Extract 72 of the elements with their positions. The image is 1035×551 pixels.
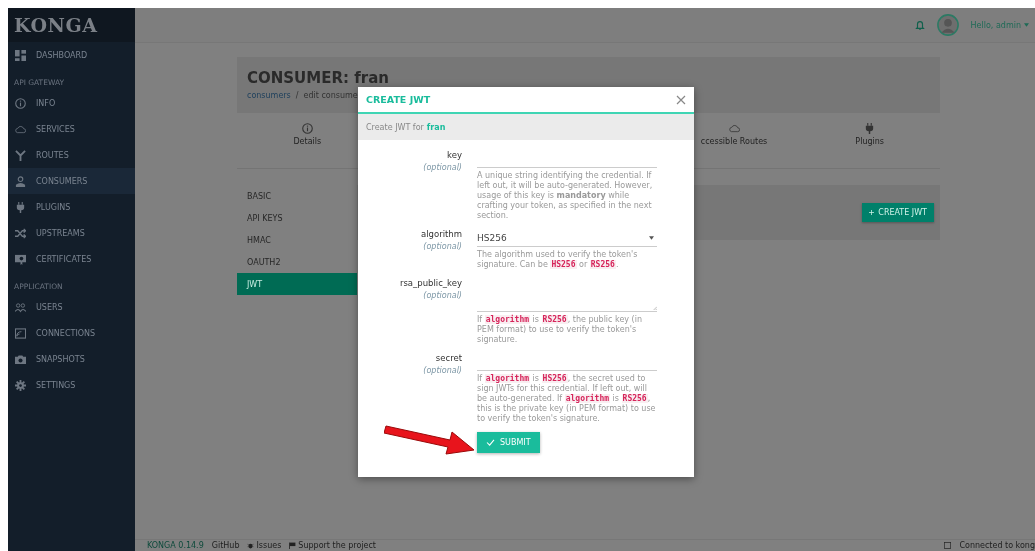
sidebar-item[interactable]: CONNECTIONS	[8, 320, 135, 346]
users-icon	[15, 301, 26, 313]
settings-icon	[15, 379, 26, 391]
dashboard-icon	[15, 49, 26, 61]
breadcrumb-separator: /	[295, 91, 299, 100]
breadcrumb-link[interactable]: consumers	[247, 91, 291, 100]
fork-icon	[15, 149, 26, 161]
field-label: rsa_public_key	[399, 278, 462, 288]
help-text: A unique string identifying the credential. If left out, it will be auto-generated. However, usage of this key is mandatory while crafting your token, as specified in the next section.	[477, 171, 654, 221]
credential-tab[interactable]: HMAC	[237, 229, 357, 251]
monitor-icon	[944, 542, 952, 549]
dialog-subtitle: Create JWT for fran	[358, 114, 694, 140]
user-icon	[15, 175, 26, 187]
sidebar-item[interactable]: CERTIFICATES	[8, 246, 135, 272]
credential-tab[interactable]: JWT	[237, 273, 357, 295]
sidebar-item[interactable]: PLUGINS	[8, 194, 135, 220]
shuffle-icon	[15, 227, 26, 239]
konga-logo[interactable]: KONGA	[8, 8, 135, 42]
optional-note: (optional)	[423, 163, 462, 172]
sidebar-item[interactable]: ROUTES	[8, 142, 135, 168]
create-jwt-button[interactable]: CREATE JWT	[862, 203, 934, 222]
field-label: algorithm	[420, 229, 462, 239]
plug-icon	[864, 123, 876, 134]
info-icon	[15, 97, 26, 109]
camera-icon	[15, 353, 26, 365]
certificate-icon	[15, 253, 26, 265]
sidebar-item[interactable]: USERS	[8, 294, 135, 320]
sidebar-item[interactable]: SERVICES	[8, 116, 135, 142]
connection-status: Connected to kong	[959, 541, 1035, 550]
tab[interactable]: Plugins	[855, 123, 884, 168]
cloud-icon	[15, 123, 26, 135]
plug-icon	[15, 201, 26, 213]
monitor-icon	[15, 327, 26, 339]
close-button[interactable]	[676, 94, 686, 105]
sidebar-item[interactable]: UPSTREAMS	[8, 220, 135, 246]
resize-handle-icon[interactable]	[653, 306, 657, 310]
sidebar-item[interactable]: SNAPSHOTS	[8, 346, 135, 372]
sidebar-item[interactable]: DASHBOARD	[8, 42, 135, 68]
optional-note: (optional)	[423, 242, 462, 251]
algorithm-select[interactable]: HS256	[477, 229, 657, 247]
field-label: secret	[435, 353, 462, 363]
caret-icon	[1024, 23, 1029, 27]
optional-note: (optional)	[423, 366, 462, 375]
help-text: If algorithm is RS256, the public key (in PEM format) to use to verify the token's signature.	[477, 315, 643, 345]
footer-link[interactable]: GitHub	[211, 541, 240, 550]
sidebar-item[interactable]: CONSUMERS	[8, 168, 135, 194]
info-icon	[301, 123, 313, 134]
optional-note: (optional)	[423, 291, 462, 300]
tab[interactable]: ccessible Routes	[700, 123, 768, 168]
credential-tab[interactable]: API KEYS	[237, 207, 357, 229]
cloud-icon	[728, 123, 740, 134]
check-icon	[486, 439, 495, 446]
sidebar-item[interactable]: SETTINGS	[8, 372, 135, 398]
submit-button[interactable]: SUBMIT	[477, 432, 540, 453]
caret-icon	[649, 235, 654, 240]
field-label: key	[447, 150, 462, 160]
flag-icon	[289, 542, 297, 549]
bug-icon	[247, 542, 255, 549]
page-title: CONSUMER: fran	[247, 69, 390, 87]
credential-tab[interactable]: OAUTH2	[237, 251, 357, 273]
help-text: If algorithm is HS256, the secret used to sign JWTs for this credential. If left out, will be auto-generated. If algorithm is RS256, this is the private key (in PEM format) to use to verify the token's signature.	[477, 374, 657, 424]
help-text: The algorithm used to verify the token's signature. Can be HS256 or RS256.	[477, 250, 639, 270]
avatar-icon[interactable]	[936, 14, 959, 36]
footer-link[interactable]: Support the project	[289, 541, 376, 550]
sidebar-item[interactable]: INFO	[8, 90, 135, 116]
credential-tab[interactable]: BASIC	[237, 185, 357, 207]
bell-icon[interactable]	[914, 20, 925, 30]
version-label: KONGA 0.14.9	[147, 541, 204, 550]
dialog-title: CREATE JWT	[366, 94, 431, 105]
tab[interactable]: Details	[293, 123, 322, 168]
footer-link[interactable]: Issues	[247, 541, 282, 550]
plus-icon	[869, 210, 875, 215]
